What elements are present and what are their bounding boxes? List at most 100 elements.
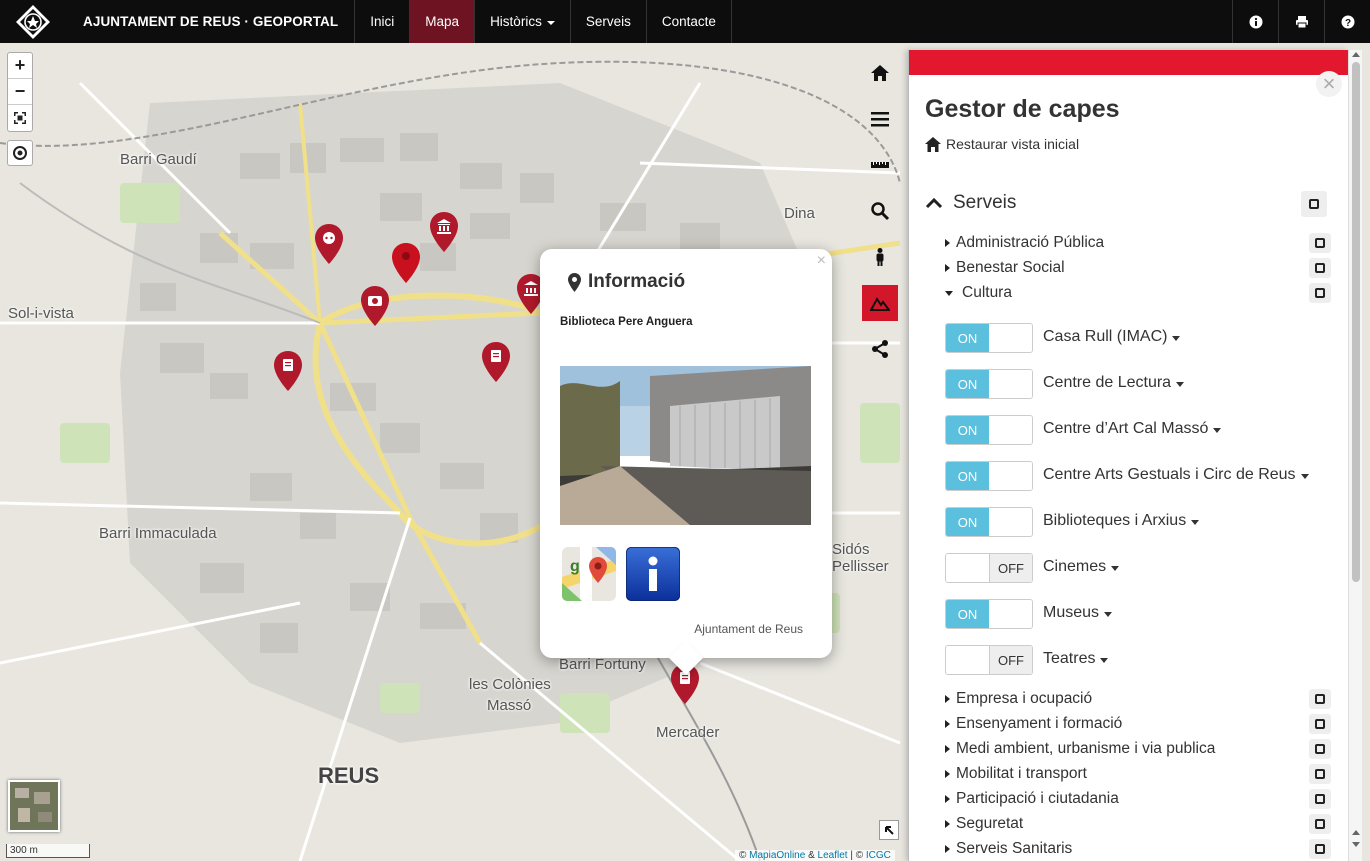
nav-serveis[interactable]: Serveis	[571, 0, 647, 43]
zoom-out-button[interactable]: −	[8, 79, 32, 105]
attribution-leaflet-link[interactable]: Leaflet	[818, 850, 848, 861]
category-checkbox[interactable]	[1309, 814, 1331, 834]
category-row[interactable]: Participació i ciutadania	[945, 790, 1119, 808]
layer-toggle-switch[interactable]: OFF	[945, 645, 1033, 675]
panel-close-button[interactable]: ×	[1316, 71, 1342, 97]
map-label-barri-gaudi: Barri Gaudí	[120, 151, 197, 168]
switch-on-label: ON	[946, 370, 989, 398]
streetview-person-icon[interactable]	[862, 239, 898, 275]
nav-historics[interactable]: Històrics	[475, 0, 571, 43]
layer-label-text: Centre de Lectura	[1043, 374, 1172, 391]
scrollbar-thumb[interactable]	[1352, 62, 1360, 582]
terrain-icon[interactable]	[862, 285, 898, 321]
layer-label-text: Biblioteques i Arxius	[1043, 512, 1187, 529]
top-navbar: AJUNTAMENT DE REUS · GEOPORTAL Inici Map…	[0, 0, 1370, 43]
layer-label-dropdown[interactable]: Biblioteques i Arxius	[1043, 512, 1200, 530]
category-checkbox[interactable]	[1309, 789, 1331, 809]
restore-view-link[interactable]: Restaurar vista inicial	[925, 136, 1079, 152]
expand-arrow-icon[interactable]	[879, 820, 899, 840]
google-maps-icon[interactable]: g	[562, 547, 616, 601]
scroll-down-arrow-icon[interactable]	[1352, 842, 1360, 847]
map-marker-pin-icon[interactable]	[391, 242, 421, 284]
category-checkbox[interactable]	[1309, 839, 1331, 859]
category-row[interactable]: Mobilitat i transport	[945, 765, 1087, 783]
map-marker-book-icon[interactable]	[273, 350, 303, 392]
layer-toggle-switch[interactable]: ON	[945, 599, 1033, 629]
home-icon[interactable]	[862, 55, 898, 91]
map-label-barri-fortuny: Barri Fortuny	[559, 656, 646, 673]
caret-down-icon	[1176, 381, 1185, 387]
map-marker-museum-icon[interactable]	[429, 211, 459, 253]
category-checkbox[interactable]	[1309, 233, 1331, 253]
category-row[interactable]: Ensenyament i formació	[945, 715, 1122, 733]
layer-toggle-switch[interactable]: OFF	[945, 553, 1033, 583]
layer-label-dropdown[interactable]: Casa Rull (IMAC)	[1043, 328, 1181, 346]
switch-knob	[989, 370, 1032, 398]
category-row[interactable]: Administració Pública	[945, 234, 1104, 252]
layer-label-dropdown[interactable]: Cinemes	[1043, 558, 1120, 576]
category-checkbox[interactable]	[1309, 689, 1331, 709]
caret-right-icon	[945, 795, 950, 803]
layer-label-dropdown[interactable]: Centre de Lectura	[1043, 374, 1185, 392]
info-icon[interactable]	[1232, 0, 1278, 43]
layer-label-dropdown[interactable]: Centre Arts Gestuals i Circ de Reus	[1043, 466, 1309, 484]
layer-label-dropdown[interactable]: Museus	[1043, 604, 1113, 622]
search-icon[interactable]	[862, 193, 898, 229]
map-marker-camera-icon[interactable]	[360, 285, 390, 327]
layer-toggle-switch[interactable]: ON	[945, 461, 1033, 491]
scroll-up-arrow-icon[interactable]	[1352, 52, 1360, 57]
layer-toggle-switch[interactable]: ON	[945, 507, 1033, 537]
nav-serveis-label: Serveis	[585, 14, 631, 29]
square-icon	[1315, 694, 1325, 704]
category-label: Medi ambient, urbanisme i via publica	[956, 740, 1216, 757]
layer-label-dropdown[interactable]: Teatres	[1043, 650, 1109, 668]
menu-icon[interactable]	[862, 101, 898, 137]
minimap-satellite-thumbnail[interactable]	[8, 780, 60, 832]
caret-down-icon	[1111, 565, 1120, 571]
nav-mapa[interactable]: Mapa	[410, 0, 476, 43]
layer-toggle-switch[interactable]: ON	[945, 323, 1033, 353]
layer-toggle-switch[interactable]: ON	[945, 415, 1033, 445]
category-checkbox[interactable]	[1309, 283, 1331, 303]
category-row[interactable]: Seguretat	[945, 815, 1023, 833]
category-row[interactable]: Medi ambient, urbanisme i via publica	[945, 740, 1215, 758]
map-marker-reddit-icon[interactable]	[314, 223, 344, 265]
popup-close-button[interactable]: ×	[817, 252, 826, 270]
attribution-icgc-link[interactable]: ICGC	[866, 850, 891, 861]
category-checkbox[interactable]	[1309, 764, 1331, 784]
scroll-up-arrow-icon-2[interactable]	[1352, 830, 1360, 835]
category-checkbox[interactable]	[1309, 739, 1331, 759]
brand-title[interactable]: AJUNTAMENT DE REUS · GEOPORTAL	[66, 0, 356, 43]
ajuntament-logo-icon[interactable]	[0, 0, 66, 43]
square-icon	[1315, 769, 1325, 779]
help-icon[interactable]: ?	[1324, 0, 1370, 43]
category-row[interactable]: Serveis Sanitaris	[945, 840, 1072, 858]
layer-label-text: Cinemes	[1043, 558, 1107, 575]
print-icon[interactable]	[1278, 0, 1324, 43]
map-label-reus: REUS	[318, 763, 380, 788]
square-icon	[1315, 263, 1325, 273]
info-button-icon[interactable]	[626, 547, 680, 601]
attribution-mapiaonline-link[interactable]: MapiaOnline	[749, 850, 805, 861]
group-serveis-toggle[interactable]: Serveis	[925, 192, 1016, 214]
map-marker-book-icon-2[interactable]	[481, 341, 511, 383]
fullscreen-icon[interactable]	[8, 105, 32, 131]
map-label-pellisser: Pellisser	[832, 558, 889, 575]
nav-contacte[interactable]: Contacte	[647, 0, 732, 43]
nav-inici[interactable]: Inici	[355, 0, 411, 43]
nav-mapa-label: Mapa	[425, 14, 460, 29]
zoom-in-button[interactable]: +	[8, 53, 32, 79]
category-checkbox[interactable]	[1309, 258, 1331, 278]
group-serveis-checkbox[interactable]	[1301, 191, 1327, 217]
layer-toggle-switch[interactable]: ON	[945, 369, 1033, 399]
ruler-icon[interactable]	[862, 147, 898, 183]
category-row[interactable]: Empresa i ocupació	[945, 690, 1092, 708]
share-icon[interactable]	[862, 331, 898, 367]
caret-right-icon	[945, 745, 950, 753]
panel-scrollbar[interactable]	[1348, 50, 1362, 861]
locate-me-icon[interactable]	[7, 140, 33, 166]
category-row[interactable]: Cultura	[945, 284, 1012, 302]
category-checkbox[interactable]	[1309, 714, 1331, 734]
category-row[interactable]: Benestar Social	[945, 259, 1065, 277]
layer-label-dropdown[interactable]: Centre d’Art Cal Massó	[1043, 420, 1222, 438]
